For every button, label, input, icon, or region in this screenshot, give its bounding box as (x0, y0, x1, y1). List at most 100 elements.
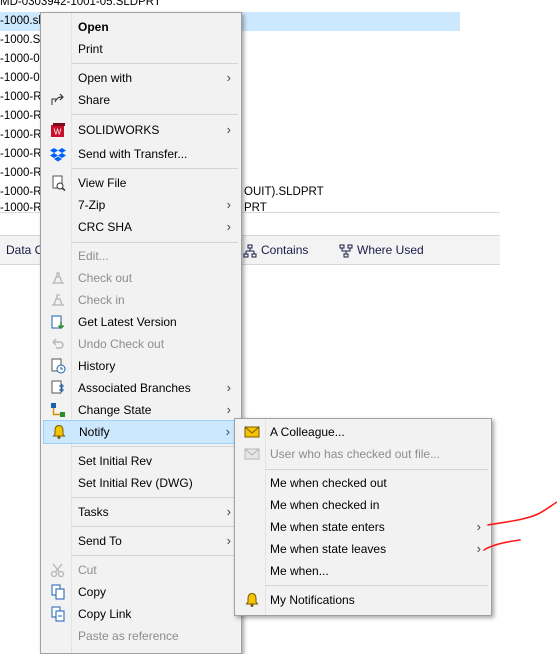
menu-item-7zip[interactable]: 7-Zip › (41, 194, 241, 216)
menu-item-label: Get Latest Version (78, 315, 177, 329)
menu-item-label: History (78, 359, 116, 373)
file-name: -1000-0 (0, 53, 40, 65)
menu-separator (71, 497, 238, 498)
menu-item-view-file[interactable]: View File (41, 172, 241, 194)
view-file-icon (52, 175, 66, 191)
menu-item-label: A Colleague... (270, 425, 345, 439)
menu-item-print[interactable]: Print (41, 38, 241, 60)
menu-item-open-with[interactable]: Open with › (41, 67, 241, 89)
menu-item-a-colleague[interactable]: A Colleague... (235, 421, 491, 443)
menu-item-label: Check in (78, 293, 125, 307)
menu-item-copy[interactable]: Copy (41, 581, 241, 603)
menu-item-send-to[interactable]: Send To › (41, 530, 241, 552)
menu-item-label: Copy (78, 585, 107, 599)
bell-icon (52, 424, 66, 439)
menu-separator (71, 63, 238, 64)
menu-item-me-when[interactable]: Me when... (235, 560, 491, 582)
tab-contains[interactable]: Contains (243, 236, 308, 264)
menu-item-set-initial-rev-dwg[interactable]: Set Initial Rev (DWG) (41, 472, 241, 494)
menu-item-label: Me when checked in (270, 498, 380, 512)
tab-where-used[interactable]: Where Used (339, 236, 424, 264)
menu-item-solidworks[interactable]: W SOLIDWORKS › (41, 119, 241, 141)
share-icon (51, 93, 64, 105)
file-name: MD-0303942-1001-05.SLDPRT (0, 0, 161, 8)
menu-item-me-checked-out[interactable]: Me when checked out (235, 472, 491, 494)
menu-item-label: Notify (79, 425, 110, 439)
menu-item-check-out[interactable]: Check out (41, 267, 241, 289)
menu-separator (71, 526, 238, 527)
chevron-right-icon: › (226, 197, 231, 212)
menu-item-label: Send To (78, 534, 122, 548)
menu-item-crc-sha[interactable]: CRC SHA › (41, 216, 241, 238)
menu-item-undo-check-out[interactable]: Undo Check out (41, 333, 241, 355)
menu-item-open[interactable]: Open (41, 16, 241, 38)
menu-item-associated-branches[interactable]: Associated Branches › (41, 377, 241, 399)
menu-item-label: Associated Branches (78, 381, 191, 395)
menu-item-label: CRC SHA (78, 220, 133, 234)
context-menu: Open Print Open with › Share W SOLIDWORKS… (40, 12, 242, 654)
menu-item-me-state-enters[interactable]: Me when state enters › (235, 516, 491, 538)
menu-item-check-in[interactable]: Check in (41, 289, 241, 311)
menu-item-label: Open with (78, 71, 133, 85)
menu-item-label: Paste as reference (78, 629, 179, 643)
check-in-icon (52, 294, 64, 306)
copy-link-icon (51, 606, 65, 622)
menu-item-notify[interactable]: Notify › (43, 420, 239, 444)
annotation-stroke (487, 501, 557, 526)
menu-item-label: Set Initial Rev (78, 454, 153, 468)
menu-separator (265, 469, 488, 470)
menu-item-label: User who has checked out file... (270, 447, 441, 461)
menu-item-copy-link[interactable]: Copy Link (41, 603, 241, 625)
tab-data-card[interactable]: Data C (6, 236, 43, 264)
change-state-icon (51, 403, 65, 417)
menu-item-paste-as-reference[interactable]: Paste as reference (41, 625, 241, 647)
get-latest-icon (51, 315, 65, 330)
menu-item-change-state[interactable]: Change State › (41, 399, 241, 421)
menu-item-label: Copy Link (78, 607, 132, 621)
menu-item-label: SOLIDWORKS (78, 123, 160, 137)
tab-where-used-label: Where Used (357, 243, 424, 257)
menu-item-label: Undo Check out (78, 337, 165, 351)
menu-item-set-initial-rev[interactable]: Set Initial Rev (41, 450, 241, 472)
menu-item-cut[interactable]: Cut (41, 559, 241, 581)
history-icon (51, 358, 66, 374)
menu-item-user-checked-out[interactable]: User who has checked out file... (235, 443, 491, 465)
menu-item-label: My Notifications (270, 593, 355, 607)
undo-check-out-icon (52, 338, 64, 349)
annotation-stroke (483, 539, 521, 551)
menu-item-my-notifications[interactable]: My Notifications (235, 589, 491, 611)
menu-item-label: Send with Transfer... (78, 147, 188, 161)
menu-item-edit[interactable]: Edit... (41, 245, 241, 267)
menu-item-label: Share (78, 93, 111, 107)
scissors-icon (50, 563, 65, 578)
menu-item-get-latest-version[interactable]: Get Latest Version (41, 311, 241, 333)
menu-separator (71, 446, 238, 447)
menu-item-label: Check out (78, 271, 133, 285)
file-name: -1000.sl (0, 15, 41, 27)
menu-separator (265, 585, 488, 586)
menu-item-me-checked-in[interactable]: Me when checked in (235, 494, 491, 516)
menu-item-label: Edit... (78, 249, 109, 263)
menu-item-label: Print (78, 42, 103, 56)
menu-item-label: Me when state leaves (270, 542, 387, 556)
file-name: -1000-R (0, 91, 42, 103)
menu-item-tasks[interactable]: Tasks › (41, 501, 241, 523)
menu-item-share[interactable]: Share (41, 89, 241, 111)
menu-item-label: Me when... (270, 564, 329, 578)
chevron-right-icon: › (225, 424, 230, 439)
chevron-right-icon: › (226, 402, 231, 417)
svg-text:W: W (54, 128, 62, 137)
where-used-icon (339, 244, 353, 258)
menu-item-label: Open (78, 20, 109, 34)
branches-icon (51, 380, 64, 394)
menu-item-send-with-transfer[interactable]: Send with Transfer... (41, 143, 241, 165)
copy-icon (51, 584, 65, 600)
solidworks-icon: W (51, 123, 65, 137)
menu-item-label: Tasks (78, 505, 109, 519)
file-name: -1000-R (0, 110, 42, 122)
menu-item-me-state-leaves[interactable]: Me when state leaves › (235, 538, 491, 560)
menu-item-history[interactable]: History (41, 355, 241, 377)
chevron-right-icon: › (226, 533, 231, 548)
file-name: -1000-R (0, 167, 42, 179)
file-name: -1000-R (0, 129, 42, 141)
